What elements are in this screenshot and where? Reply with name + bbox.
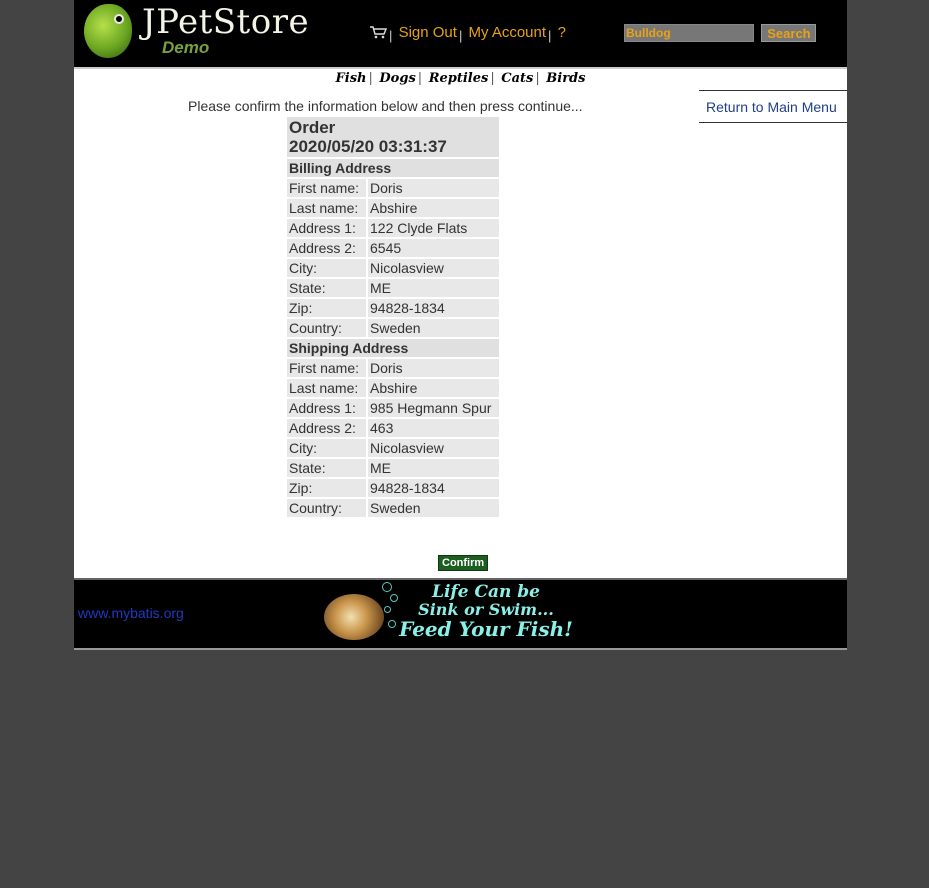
help-link[interactable]: ? bbox=[558, 24, 566, 41]
shipping-value: Nicolasview bbox=[368, 439, 499, 457]
mybatis-link[interactable]: www.mybatis.org bbox=[78, 605, 184, 621]
logo-title: JPetStore bbox=[142, 2, 310, 42]
table-row: Zip: 94828-1834 bbox=[287, 299, 499, 317]
category-quicklinks: Fish | Dogs | Reptiles | Cats | Birds bbox=[335, 71, 586, 86]
shopping-cart-icon[interactable] bbox=[369, 25, 387, 39]
shipping-label: Address 1: bbox=[287, 399, 366, 417]
return-to-main-menu-link[interactable]: Return to Main Menu bbox=[706, 99, 837, 115]
confirm-button[interactable]: Confirm bbox=[438, 555, 489, 571]
table-row: Address 2: 463 bbox=[287, 419, 499, 437]
billing-value: 122 Clyde Flats bbox=[368, 219, 499, 237]
quicklink-birds[interactable]: Birds bbox=[546, 71, 585, 86]
shipping-label: Country: bbox=[287, 499, 366, 517]
billing-label: Country: bbox=[287, 319, 366, 337]
parrot-logo-icon bbox=[84, 4, 132, 58]
order-date: 2020/05/20 03:31:37 bbox=[289, 137, 447, 156]
order-heading: Order 2020/05/20 03:31:37 bbox=[287, 117, 499, 157]
billing-label: First name: bbox=[287, 179, 366, 197]
billing-address-heading: Billing Address bbox=[287, 159, 499, 177]
table-row: City: Nicolasview bbox=[287, 439, 499, 457]
order-title: Order bbox=[289, 118, 336, 137]
menu-separator: | bbox=[389, 28, 393, 43]
search-form: Search bbox=[624, 24, 817, 42]
billing-label: Address 2: bbox=[287, 239, 366, 257]
shipping-value: Sweden bbox=[368, 499, 499, 517]
shipping-label: Address 2: bbox=[287, 419, 366, 437]
quicklink-dogs[interactable]: Dogs bbox=[379, 71, 415, 86]
billing-value: Abshire bbox=[368, 199, 499, 217]
shipping-value: 94828-1834 bbox=[368, 479, 499, 497]
order-table: Order 2020/05/20 03:31:37 Billing Addres… bbox=[285, 115, 501, 519]
shipping-label: State: bbox=[287, 459, 366, 477]
shipping-label: City: bbox=[287, 439, 366, 457]
menu-separator: | bbox=[548, 28, 552, 43]
quicklink-fish[interactable]: Fish bbox=[336, 71, 367, 86]
header: JPetStore Demo | Sign Out | My Account | ?… bbox=[74, 0, 847, 67]
billing-value: 94828-1834 bbox=[368, 299, 499, 317]
quicklink-cats[interactable]: Cats bbox=[501, 71, 533, 86]
confirm-message: Please confirm the information below and… bbox=[188, 98, 583, 114]
billing-value: 6545 bbox=[368, 239, 499, 257]
table-row: Country: Sweden bbox=[287, 499, 499, 517]
search-button[interactable]: Search bbox=[761, 24, 817, 42]
table-row: Address 2: 6545 bbox=[287, 239, 499, 257]
table-row: Address 1: 985 Hegmann Spur bbox=[287, 399, 499, 417]
logo-subtitle: Demo bbox=[162, 38, 210, 57]
shipping-label: Zip: bbox=[287, 479, 366, 497]
logo[interactable]: JPetStore Demo bbox=[82, 2, 309, 60]
banner-line: Life Can be bbox=[432, 582, 540, 602]
back-link-box: Return to Main Menu bbox=[699, 90, 847, 123]
shipping-value: Doris bbox=[368, 359, 499, 377]
billing-label: Address 1: bbox=[287, 219, 366, 237]
billing-value: Sweden bbox=[368, 319, 499, 337]
table-row: Address 1: 122 Clyde Flats bbox=[287, 219, 499, 237]
my-account-link[interactable]: My Account bbox=[469, 24, 547, 41]
banner-line: Feed Your Fish! bbox=[399, 617, 573, 641]
billing-value: ME bbox=[368, 279, 499, 297]
footer: www.mybatis.org Life Can be Sink or Swim… bbox=[74, 578, 847, 650]
sign-out-link[interactable]: Sign Out bbox=[399, 24, 457, 41]
table-row: State: ME bbox=[287, 459, 499, 477]
quicklink-reptiles[interactable]: Reptiles bbox=[429, 71, 489, 86]
search-input[interactable] bbox=[624, 24, 754, 42]
table-row: First name: Doris bbox=[287, 359, 499, 377]
billing-label: State: bbox=[287, 279, 366, 297]
header-menu: | Sign Out | My Account | ? bbox=[369, 24, 566, 43]
shipping-value: 463 bbox=[368, 419, 499, 437]
shipping-value: 985 Hegmann Spur bbox=[368, 399, 499, 417]
shipping-label: Last name: bbox=[287, 379, 366, 397]
table-row: State: ME bbox=[287, 279, 499, 297]
billing-label: Zip: bbox=[287, 299, 366, 317]
table-row: First name: Doris bbox=[287, 179, 499, 197]
fish-icon bbox=[324, 594, 384, 640]
main-content: Fish | Dogs | Reptiles | Cats | Birds Return… bbox=[74, 67, 847, 578]
billing-value: Nicolasview bbox=[368, 259, 499, 277]
table-row: Last name: Abshire bbox=[287, 379, 499, 397]
shipping-address-heading: Shipping Address bbox=[287, 339, 499, 357]
table-row: Country: Sweden bbox=[287, 319, 499, 337]
shipping-label: First name: bbox=[287, 359, 366, 377]
billing-value: Doris bbox=[368, 179, 499, 197]
table-row: City: Nicolasview bbox=[287, 259, 499, 277]
billing-label: Last name: bbox=[287, 199, 366, 217]
table-row: Last name: Abshire bbox=[287, 199, 499, 217]
shipping-value: ME bbox=[368, 459, 499, 477]
shipping-value: Abshire bbox=[368, 379, 499, 397]
fish-banner[interactable]: Life Can be Sink or Swim... Feed Your Fi… bbox=[318, 580, 573, 646]
table-row: Zip: 94828-1834 bbox=[287, 479, 499, 497]
menu-separator: | bbox=[458, 28, 463, 43]
page-wrapper: JPetStore Demo | Sign Out | My Account | ?… bbox=[74, 0, 847, 650]
billing-label: City: bbox=[287, 259, 366, 277]
